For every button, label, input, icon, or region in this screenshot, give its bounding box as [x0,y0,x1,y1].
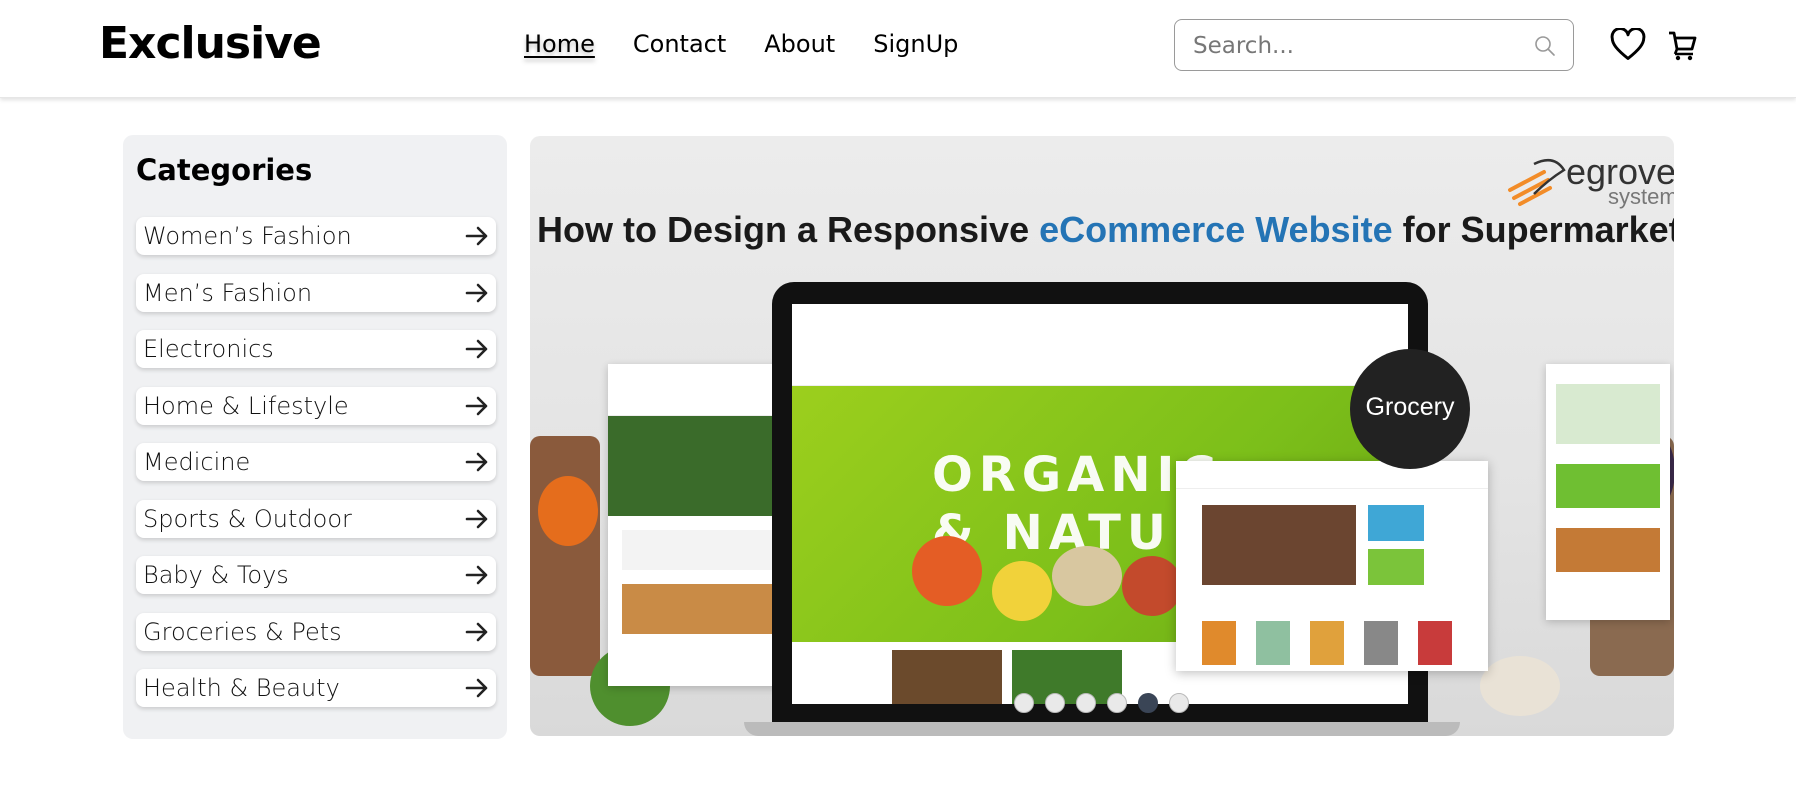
vegetable-decoration [992,561,1052,621]
mobile-preview-right [1546,364,1670,620]
banner-title: How to Design a Responsive eCommerce Web… [537,209,1674,251]
tablet-preview [1176,461,1488,671]
banner-title-highlight: eCommerce Website [1039,209,1393,250]
nav-signup-link[interactable]: SignUp [873,30,958,58]
main-nav: Home Contact About SignUp [524,30,958,58]
carousel-dot-5[interactable] [1138,693,1158,713]
carousel-dot-6[interactable] [1169,693,1189,713]
category-label: Men’s Fashion [143,278,313,307]
carousel-dot-2[interactable] [1045,693,1065,713]
category-label: Baby & Toys [143,561,289,589]
category-item-home-lifestyle[interactable]: Home & Lifestyle [136,386,496,425]
carousel-dots [1014,693,1189,713]
vegetable-decoration [1480,656,1560,716]
nav-home-link[interactable]: Home [524,30,595,58]
site-logo[interactable]: Exclusive [99,18,322,69]
heart-icon[interactable] [1610,28,1646,62]
arrow-right-icon [465,226,488,246]
nav-about-link[interactable]: About [764,30,835,58]
arrow-right-icon [465,509,488,528]
egrove-logo: egrove systems [1508,151,1674,209]
arrow-right-icon [465,622,488,641]
category-label: Electronics [143,335,274,363]
categories-title: Categories [136,153,313,187]
category-item-womens-fashion[interactable]: Women’s Fashion [136,217,496,255]
search-box [1174,19,1574,71]
vegetable-decoration [912,536,982,606]
category-label: Sports & Outdoor [143,504,352,533]
category-label: Groceries & Pets [143,617,342,646]
vegetable-decoration [1052,546,1122,606]
vegetable-decoration [530,436,600,676]
banner-title-post: for Supermarkets? [1402,209,1674,250]
arrow-right-icon [465,452,488,472]
category-list: Women’s Fashion Men’s Fashion Electronic… [136,217,496,726]
search-input[interactable] [1193,31,1513,61]
carousel-dot-4[interactable] [1107,693,1127,713]
category-label: Health & Beauty [143,674,340,702]
carousel-dot-1[interactable] [1014,693,1034,713]
categories-panel: Categories Women’s Fashion Men’s Fashion… [123,135,507,739]
banner-title-pre: How to Design a Responsive [537,209,1040,250]
arrow-right-icon [465,565,488,585]
category-item-groceries-pets[interactable]: Groceries & Pets [136,612,496,651]
arrow-right-icon [465,283,488,302]
arrow-right-icon [465,339,488,359]
cart-icon[interactable] [1667,29,1697,61]
laptop-base [744,722,1460,736]
category-item-electronics[interactable]: Electronics [136,330,496,368]
category-item-medicine[interactable]: Medicine [136,443,496,481]
logo-sub: systems [1608,184,1674,209]
category-item-baby-toys[interactable]: Baby & Toys [136,556,496,594]
vegetable-decoration [1122,556,1182,616]
grocery-badge-label: Grocery [1365,393,1455,421]
grocery-badge: Grocery [1350,349,1470,469]
category-item-health-beauty[interactable]: Health & Beauty [136,669,496,707]
category-label: Home & Lifestyle [143,391,349,420]
arrow-right-icon [465,678,488,698]
carousel-dot-3[interactable] [1076,693,1096,713]
header: Exclusive Home Contact About SignUp [0,0,1796,98]
category-item-sports-outdoor[interactable]: Sports & Outdoor [136,499,496,538]
search-icon[interactable] [1533,34,1557,58]
vegetable-decoration [538,476,598,546]
category-label: Women’s Fashion [143,222,352,250]
category-label: Medicine [143,448,251,476]
nav-contact-link[interactable]: Contact [633,30,726,58]
hero-banner[interactable]: egrove systems How to Design a Responsiv… [530,136,1674,736]
arrow-right-icon [465,396,488,415]
screen-nav [792,304,1408,386]
category-item-mens-fashion[interactable]: Men’s Fashion [136,273,496,312]
